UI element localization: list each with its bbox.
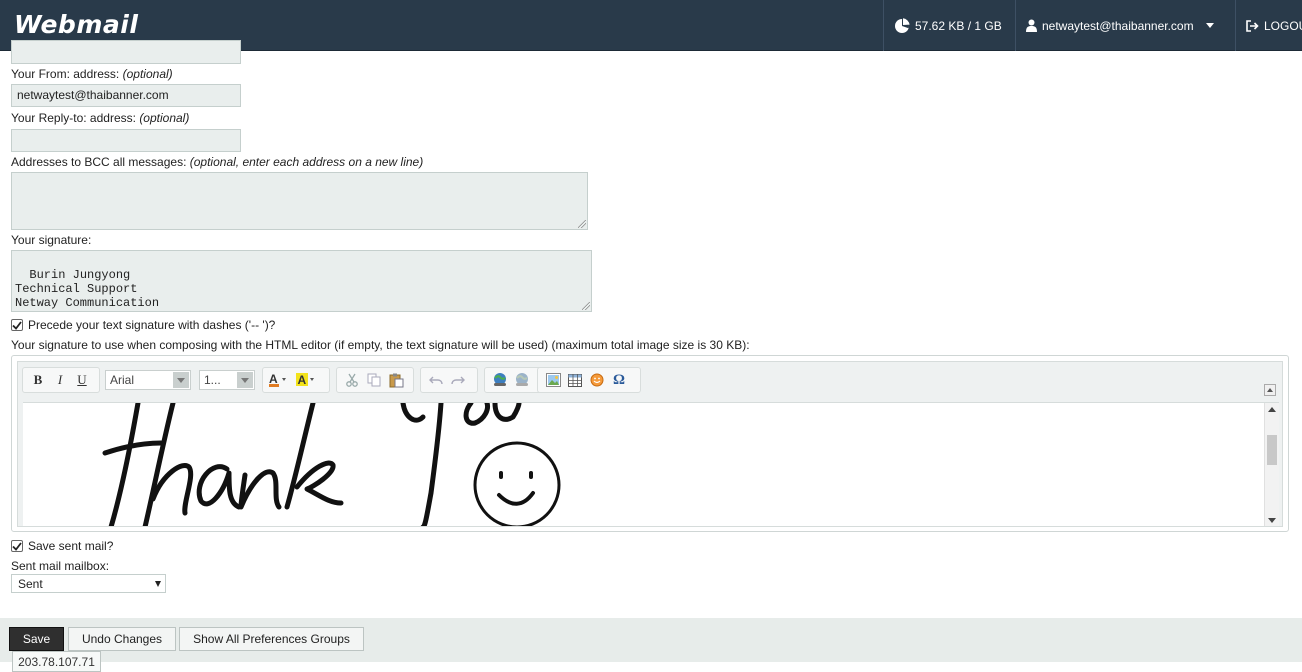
- sent-mailbox-label: Sent mail mailbox:: [11, 559, 110, 573]
- undo-changes-button[interactable]: Undo Changes: [68, 627, 176, 651]
- insert-link-button[interactable]: [489, 370, 511, 390]
- dashes-label: Precede your text signature with dashes …: [28, 318, 276, 332]
- editor-frame: B I U Arial 1... A A Ω: [17, 361, 1283, 527]
- undo-icon: [429, 376, 443, 385]
- user-email: netwaytest@thaibanner.com: [1042, 18, 1194, 33]
- insert-image-button[interactable]: [542, 370, 564, 390]
- html-signature-label: Your signature to use when composing wit…: [11, 338, 750, 352]
- scroll-down-icon[interactable]: [1268, 518, 1276, 523]
- logout-button[interactable]: LOGOUT: [1235, 0, 1302, 51]
- sent-mailbox-value: Sent: [18, 577, 43, 591]
- resize-grip-icon[interactable]: [582, 302, 590, 310]
- redo-button[interactable]: [447, 370, 469, 390]
- user-icon: [1026, 19, 1037, 32]
- chevron-down-icon: [237, 372, 253, 388]
- show-all-preferences-button[interactable]: Show All Preferences Groups: [179, 627, 364, 651]
- undo-button[interactable]: [425, 370, 447, 390]
- paste-button[interactable]: [385, 370, 407, 390]
- copy-button[interactable]: [363, 370, 385, 390]
- toolbar-collapse-button[interactable]: [1264, 384, 1276, 396]
- insert-smiley-button[interactable]: [586, 370, 608, 390]
- dropdown-arrow-icon: [155, 581, 161, 587]
- editor-scrollbar[interactable]: [1264, 403, 1279, 526]
- signature-label: Your signature:: [11, 233, 92, 247]
- insert-table-button[interactable]: [564, 370, 586, 390]
- dashes-option: Precede your text signature with dashes …: [11, 318, 275, 332]
- smiley-icon: [590, 373, 604, 387]
- highlight-color-button[interactable]: A: [295, 370, 317, 390]
- user-menu[interactable]: netwaytest@thaibanner.com: [1015, 0, 1235, 51]
- svg-text:A: A: [269, 372, 278, 386]
- logout-label: LOGOUT: [1264, 18, 1302, 33]
- image-icon: [545, 373, 561, 387]
- replyto-label: Your Reply-to: address: (optional): [11, 111, 190, 125]
- from-label: Your From: address: (optional): [11, 67, 173, 81]
- bcc-textarea[interactable]: [11, 172, 588, 230]
- replyto-address-input[interactable]: [11, 129, 241, 152]
- text-color-icon: A: [269, 372, 286, 387]
- bcc-label: Addresses to BCC all messages: (optional…: [11, 155, 424, 169]
- from-address-input[interactable]: netwaytest@thaibanner.com: [11, 84, 241, 107]
- chevron-down-icon: [173, 372, 189, 388]
- italic-button[interactable]: I: [49, 370, 71, 390]
- font-size-select[interactable]: 1...: [199, 370, 255, 390]
- save-button[interactable]: Save: [9, 627, 64, 651]
- font-family-value: Arial: [110, 373, 135, 387]
- save-sent-option: Save sent mail?: [11, 539, 113, 553]
- scroll-thumb[interactable]: [1267, 435, 1277, 465]
- table-icon: [568, 373, 582, 387]
- text-color-button[interactable]: A: [267, 370, 289, 390]
- font-size-value: 1...: [204, 373, 221, 387]
- chevron-down-icon: [1205, 23, 1214, 28]
- paste-icon: [389, 373, 403, 387]
- cut-button[interactable]: [341, 370, 363, 390]
- svg-text:A: A: [298, 373, 307, 387]
- resize-grip-icon[interactable]: [578, 220, 586, 228]
- thank-you-signature-image: [102, 403, 561, 526]
- link-globe-icon: [494, 373, 506, 386]
- checkmark-icon: [12, 541, 22, 551]
- ip-address-badge: 203.78.107.71: [12, 651, 101, 672]
- scissors-icon: [346, 373, 358, 387]
- dashes-checkbox[interactable]: [11, 319, 23, 331]
- font-family-select[interactable]: Arial: [105, 370, 191, 390]
- footer-bar: Save Undo Changes Show All Preferences G…: [0, 618, 1302, 662]
- color-toolbar-group: A A: [262, 367, 330, 393]
- remove-link-button[interactable]: [511, 370, 533, 390]
- save-sent-checkbox[interactable]: [11, 540, 23, 552]
- save-sent-label: Save sent mail?: [28, 539, 114, 553]
- redo-icon: [451, 376, 465, 385]
- underline-button[interactable]: U: [71, 370, 93, 390]
- checkmark-icon: [12, 320, 22, 330]
- unlink-globe-icon: [516, 373, 528, 386]
- quota-text: 57.62 KB / 1 GB: [915, 18, 1002, 33]
- webmail-logo[interactable]: Webmail: [14, 10, 138, 39]
- copy-icon: [367, 373, 381, 387]
- scroll-up-icon[interactable]: [1268, 407, 1276, 412]
- pie-chart-icon: [895, 17, 910, 33]
- highlight-icon: A: [296, 373, 314, 387]
- format-toolbar-group: B I U: [22, 367, 100, 393]
- link-toolbar-group: [484, 367, 542, 393]
- quota-indicator[interactable]: 57.62 KB / 1 GB: [883, 0, 1015, 51]
- special-char-button[interactable]: Ω: [608, 370, 630, 390]
- previous-field[interactable]: [11, 40, 241, 64]
- editor-content-area[interactable]: [23, 402, 1279, 526]
- sent-mailbox-select[interactable]: Sent: [11, 574, 166, 593]
- insert-toolbar-group: Ω: [537, 367, 641, 393]
- html-signature-editor: B I U Arial 1... A A Ω: [11, 355, 1289, 532]
- history-toolbar-group: [420, 367, 478, 393]
- clipboard-toolbar-group: [336, 367, 414, 393]
- logout-icon: [1246, 19, 1259, 32]
- bold-button[interactable]: B: [27, 370, 49, 390]
- signature-textarea[interactable]: Burin Jungyong Technical Support Netway …: [11, 250, 592, 312]
